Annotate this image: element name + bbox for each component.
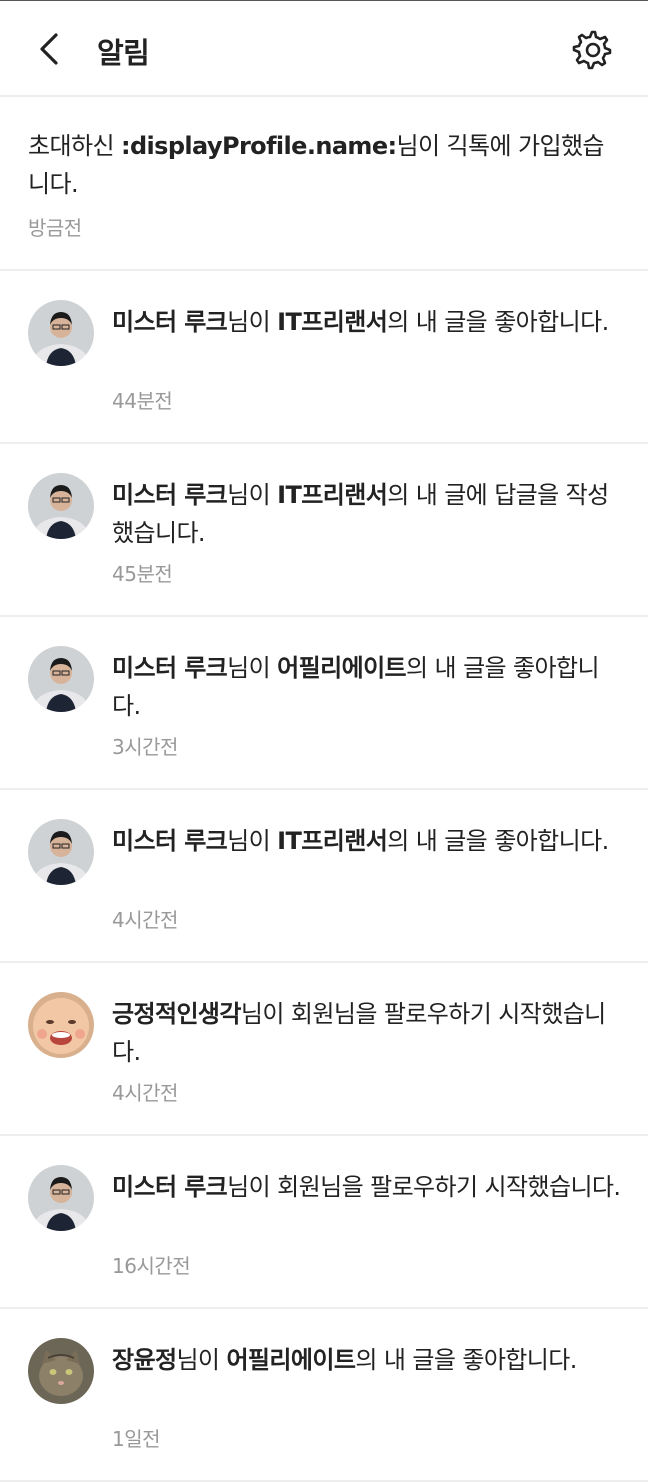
notification-text-part: 초대하신 bbox=[28, 132, 121, 160]
notification-text-part: 님이 bbox=[227, 827, 278, 855]
top-app-bar: 알림 bbox=[0, 1, 648, 97]
actor-name[interactable]: 미스터 루크 bbox=[112, 1173, 228, 1201]
avatar[interactable] bbox=[28, 1165, 94, 1231]
notification-text-part: 님이 bbox=[227, 654, 278, 682]
notification-time: 45분전 bbox=[112, 562, 173, 586]
avatar[interactable] bbox=[28, 819, 94, 885]
notification-item[interactable]: 미스터 루크님이 어필리에이트의 내 글을 좋아합니다. 3시간전 bbox=[0, 617, 648, 790]
notification-item[interactable]: 장윤정님이 어필리에이트의 내 글을 좋아합니다. 1일전 bbox=[0, 1309, 648, 1482]
notification-text: 장윤정님이 어필리에이트의 내 글을 좋아합니다. bbox=[112, 1341, 624, 1379]
community-name[interactable]: IT프리랜서 bbox=[277, 481, 388, 509]
notification-text: 미스터 루크님이 IT프리랜서의 내 글에 답글을 작성했습니다. bbox=[112, 476, 624, 552]
notification-text-part: 님이 bbox=[227, 481, 278, 509]
notification-time: 16시간전 bbox=[112, 1254, 191, 1278]
community-name[interactable]: IT프리랜서 bbox=[277, 308, 388, 336]
notification-item[interactable]: 미스터 루크님이 회원님을 팔로우하기 시작했습니다. 16시간전 bbox=[0, 1136, 648, 1309]
display-name-placeholder: :displayProfile.name: bbox=[120, 132, 397, 160]
avatar[interactable] bbox=[28, 300, 94, 366]
notification-text-part: 님이 회원님을 팔로우하기 시작했습니다. bbox=[227, 1173, 621, 1201]
notification-item[interactable]: 미스터 루크님이 IT프리랜서의 내 글을 좋아합니다. 44분전 bbox=[0, 271, 648, 444]
actor-name[interactable]: 미스터 루크 bbox=[112, 481, 228, 509]
notification-text-part: 의 내 글을 좋아합니다. bbox=[387, 827, 609, 855]
notification-text: 초대하신 :displayProfile.name:님이 긱톡에 가입했습니다. bbox=[28, 127, 624, 203]
notification-text-part: 님이 bbox=[227, 308, 278, 336]
actor-name[interactable]: 미스터 루크 bbox=[112, 654, 228, 682]
notification-text: 미스터 루크님이 어필리에이트의 내 글을 좋아합니다. bbox=[112, 649, 624, 725]
actor-name[interactable]: 미스터 루크 bbox=[112, 827, 228, 855]
community-name[interactable]: 어필리에이트 bbox=[226, 1346, 355, 1374]
notification-text-part: 의 내 글을 좋아합니다. bbox=[355, 1346, 577, 1374]
notification-item[interactable]: 초대하신 :displayProfile.name:님이 긱톡에 가입했습니다.… bbox=[0, 97, 648, 271]
avatar[interactable] bbox=[28, 473, 94, 539]
avatar[interactable] bbox=[28, 992, 94, 1058]
avatar[interactable] bbox=[28, 1338, 94, 1404]
notification-text: 미스터 루크님이 IT프리랜서의 내 글을 좋아합니다. bbox=[112, 822, 624, 860]
notification-time: 4시간전 bbox=[112, 908, 178, 932]
notification-item[interactable]: 긍정적인생각님이 회원님을 팔로우하기 시작했습니다. 4시간전 bbox=[0, 963, 648, 1136]
actor-name[interactable]: 장윤정 bbox=[112, 1346, 177, 1374]
notification-list: 초대하신 :displayProfile.name:님이 긱톡에 가입했습니다.… bbox=[0, 97, 648, 1482]
notification-item[interactable]: 미스터 루크님이 IT프리랜서의 내 글을 좋아합니다. 4시간전 bbox=[0, 790, 648, 963]
notification-text-part: 님이 bbox=[176, 1346, 227, 1374]
notification-time: 1일전 bbox=[112, 1427, 161, 1451]
back-arrow-icon[interactable] bbox=[30, 29, 70, 69]
notification-time: 3시간전 bbox=[112, 735, 178, 759]
notification-text: 미스터 루크님이 회원님을 팔로우하기 시작했습니다. bbox=[112, 1168, 624, 1206]
notification-text: 긍정적인생각님이 회원님을 팔로우하기 시작했습니다. bbox=[112, 995, 624, 1071]
community-name[interactable]: 어필리에이트 bbox=[277, 654, 406, 682]
avatar[interactable] bbox=[28, 646, 94, 712]
notification-time: 방금전 bbox=[28, 216, 82, 240]
notification-time: 44분전 bbox=[112, 389, 173, 413]
notification-text-part: 의 내 글을 좋아합니다. bbox=[387, 308, 609, 336]
notification-time: 4시간전 bbox=[112, 1081, 178, 1105]
notification-item[interactable]: 미스터 루크님이 IT프리랜서의 내 글에 답글을 작성했습니다. 45분전 bbox=[0, 444, 648, 617]
settings-gear-icon[interactable] bbox=[570, 28, 614, 72]
page-title: 알림 bbox=[97, 36, 150, 70]
notification-text: 미스터 루크님이 IT프리랜서의 내 글을 좋아합니다. bbox=[112, 303, 624, 341]
community-name[interactable]: IT프리랜서 bbox=[277, 827, 388, 855]
actor-name[interactable]: 긍정적인생각 bbox=[112, 1000, 241, 1028]
actor-name[interactable]: 미스터 루크 bbox=[112, 308, 228, 336]
